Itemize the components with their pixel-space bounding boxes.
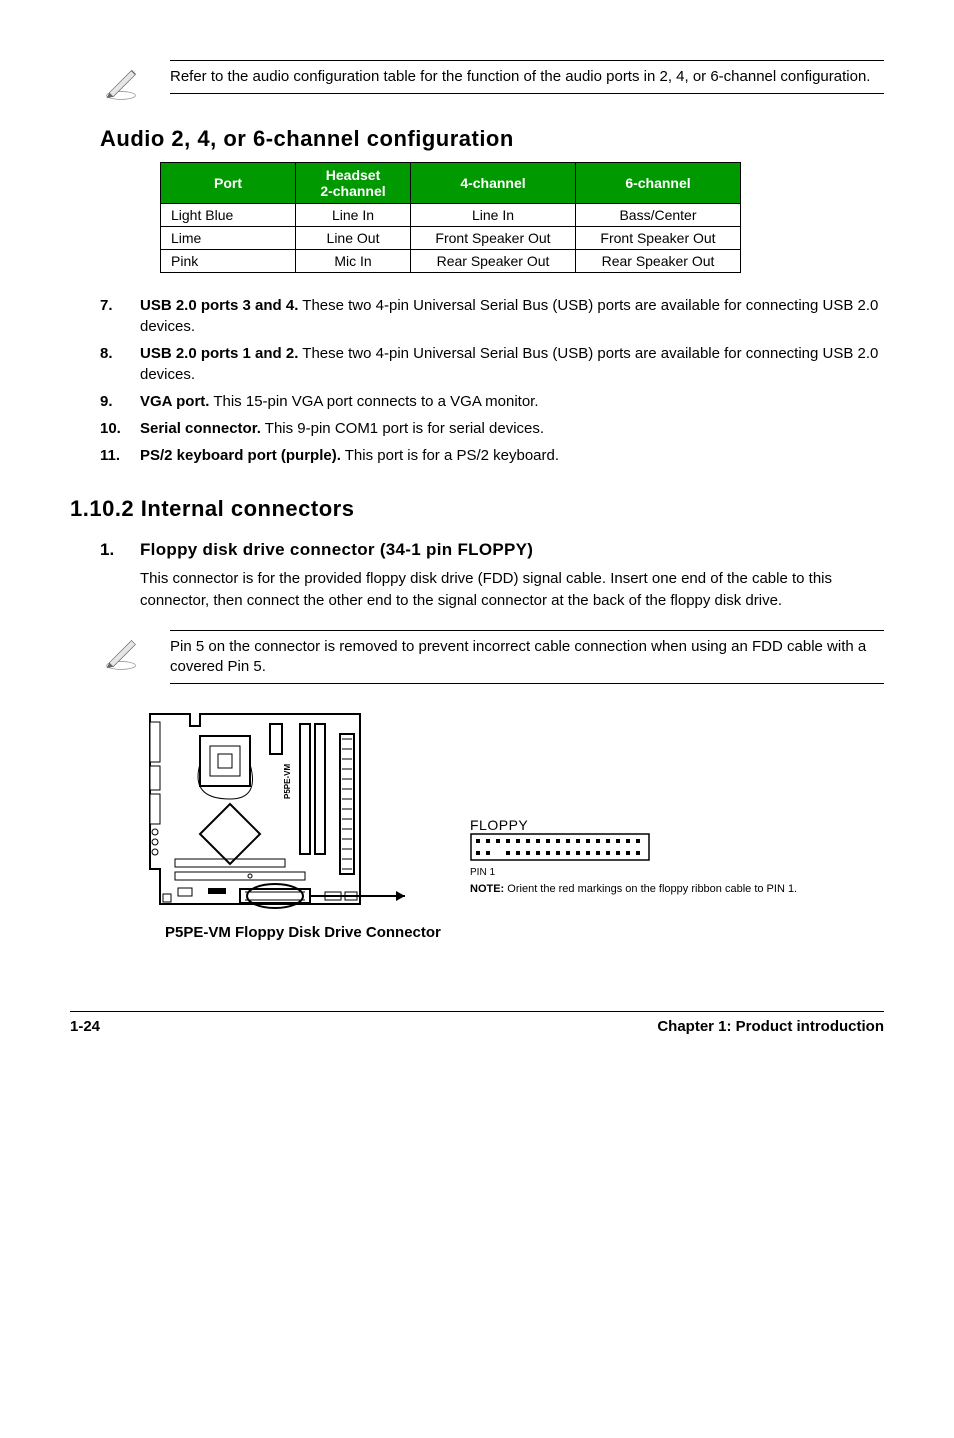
item-body: USB 2.0 ports 3 and 4. These two 4-pin U… <box>140 295 884 337</box>
chapter-title: Chapter 1: Product introduction <box>657 1018 884 1035</box>
item-bold: VGA port. <box>140 393 209 410</box>
table-row: Pink Mic In Rear Speaker Out Rear Speake… <box>161 250 741 273</box>
floppy-pinout-icon <box>470 833 650 861</box>
list-item: 10. Serial connector. This 9-pin COM1 po… <box>100 418 884 439</box>
cell-hs: Mic In <box>296 250 411 273</box>
note-rest: Orient the red markings on the floppy ri… <box>504 883 797 895</box>
pencil-icon <box>100 60 150 106</box>
cell-c6: Rear Speaker Out <box>576 250 741 273</box>
cell-c6: Bass/Center <box>576 204 741 227</box>
item-number: 8. <box>100 343 128 385</box>
note-text: Pin 5 on the connector is removed to pre… <box>170 630 884 685</box>
page-number: 1-24 <box>70 1018 100 1035</box>
cell-hs: Line In <box>296 204 411 227</box>
cell-c4: Front Speaker Out <box>411 227 576 250</box>
item-bold: USB 2.0 ports 1 and 2. <box>140 345 298 362</box>
cell-c4: Line In <box>411 204 576 227</box>
cell-port: Pink <box>161 250 296 273</box>
col-4channel: 4-channel <box>411 163 576 204</box>
cell-c6: Front Speaker Out <box>576 227 741 250</box>
cell-c4: Rear Speaker Out <box>411 250 576 273</box>
note-audio-config: Refer to the audio configuration table f… <box>100 60 884 106</box>
pin1-label: PIN 1 <box>470 867 797 878</box>
note-bold: NOTE: <box>470 883 504 895</box>
floppy-heading-row: 1. Floppy disk drive connector (34-1 pin… <box>100 540 884 560</box>
audio-config-heading: Audio 2, 4, or 6-channel configuration <box>100 126 884 152</box>
connector-label: FLOPPY <box>470 817 797 833</box>
orient-note: NOTE: Orient the red markings on the flo… <box>470 882 797 896</box>
diagram-caption: P5PE-VM Floppy Disk Drive Connector <box>165 924 884 941</box>
floppy-description: This connector is for the provided flopp… <box>140 568 884 612</box>
cell-port: Light Blue <box>161 204 296 227</box>
item-rest: This port is for a PS/2 keyboard. <box>341 447 559 464</box>
col-6channel: 6-channel <box>576 163 741 204</box>
note-pin5: Pin 5 on the connector is removed to pre… <box>100 630 884 685</box>
list-item: 8. USB 2.0 ports 1 and 2. These two 4-pi… <box>100 343 884 385</box>
page-footer: 1-24 Chapter 1: Product introduction <box>70 1011 884 1035</box>
item-bold: USB 2.0 ports 3 and 4. <box>140 297 298 314</box>
floppy-heading: Floppy disk drive connector (34-1 pin FL… <box>140 540 533 560</box>
page-content: Refer to the audio configuration table f… <box>0 0 954 1065</box>
list-item: 7. USB 2.0 ports 3 and 4. These two 4-pi… <box>100 295 884 337</box>
item-number: 11. <box>100 445 128 466</box>
table-row: Light Blue Line In Line In Bass/Center <box>161 204 741 227</box>
item-rest: This 9-pin COM1 port is for serial devic… <box>261 420 544 437</box>
note-text: Refer to the audio configuration table f… <box>170 60 884 94</box>
item-number: 9. <box>100 391 128 412</box>
board-label: P5PE-VM <box>283 764 292 799</box>
item-body: VGA port. This 15-pin VGA port connects … <box>140 391 884 412</box>
item-body: Serial connector. This 9-pin COM1 port i… <box>140 418 884 439</box>
floppy-connector-detail: FLOPPY PIN 1 NOTE: Orient the red markin… <box>470 817 797 914</box>
list-item: 9. VGA port. This 15-pin VGA port connec… <box>100 391 884 412</box>
col-port: Port <box>161 163 296 204</box>
motherboard-diagram: P5PE-VM <box>130 704 410 914</box>
table-row: Lime Line Out Front Speaker Out Front Sp… <box>161 227 741 250</box>
item-number: 1. <box>100 540 128 560</box>
item-rest: This 15-pin VGA port connects to a VGA m… <box>209 393 538 410</box>
list-item: 11. PS/2 keyboard port (purple). This po… <box>100 445 884 466</box>
item-bold: PS/2 keyboard port (purple). <box>140 447 341 464</box>
pencil-icon <box>100 630 150 676</box>
item-bold: Serial connector. <box>140 420 261 437</box>
item-body: USB 2.0 ports 1 and 2. These two 4-pin U… <box>140 343 884 385</box>
audio-config-table: Port Headset 2-channel 4-channel 6-chann… <box>160 162 741 273</box>
floppy-diagram: P5PE-VM <box>130 704 884 914</box>
internal-connectors-heading: 1.10.2 Internal connectors <box>70 496 884 522</box>
item-number: 10. <box>100 418 128 439</box>
cell-hs: Line Out <box>296 227 411 250</box>
item-number: 7. <box>100 295 128 337</box>
table-header-row: Port Headset 2-channel 4-channel 6-chann… <box>161 163 741 204</box>
cell-port: Lime <box>161 227 296 250</box>
col-headset: Headset 2-channel <box>296 163 411 204</box>
feature-list: 7. USB 2.0 ports 3 and 4. These two 4-pi… <box>100 295 884 466</box>
item-body: PS/2 keyboard port (purple). This port i… <box>140 445 884 466</box>
